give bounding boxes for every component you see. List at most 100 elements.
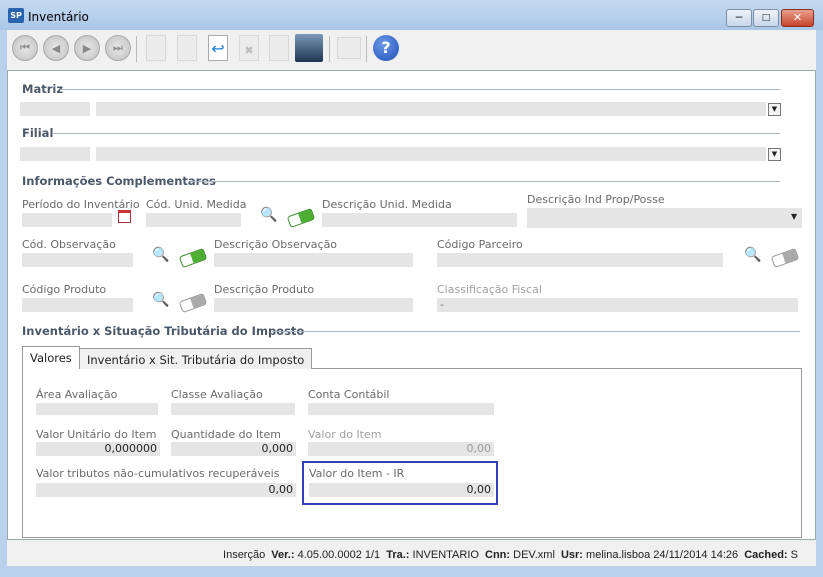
tributos-field[interactable]: 0,00 — [36, 483, 296, 497]
matriz-code-field[interactable] — [20, 102, 90, 116]
desc-ind-dropdown-icon[interactable]: ▼ — [791, 212, 797, 221]
search-icon[interactable]: 🔍 — [744, 247, 761, 263]
classe-field[interactable] — [171, 403, 295, 415]
search-icon[interactable]: 🔍 — [152, 292, 169, 308]
help-button[interactable]: ? — [371, 33, 401, 63]
valor-item-field: 0,00 — [308, 442, 494, 456]
tra-label: Tra.: — [386, 549, 410, 561]
cod-produto-field[interactable] — [22, 298, 133, 312]
periodo-field[interactable] — [22, 213, 112, 227]
classe-label: Classe Avaliação — [171, 388, 263, 401]
last-icon: ⏭ — [105, 35, 131, 61]
filial-code-field[interactable] — [20, 147, 90, 161]
matriz-header: Matriz — [22, 82, 64, 96]
new-button[interactable] — [141, 33, 171, 63]
toolbar-separator — [136, 36, 137, 62]
calendar-icon[interactable] — [118, 210, 131, 223]
cod-parceiro-field[interactable] — [437, 253, 723, 267]
quantidade-field[interactable]: 0,000 — [171, 442, 296, 456]
first-icon: ⏮ — [12, 35, 38, 61]
quantidade-label: Quantidade do Item — [171, 428, 281, 441]
desc-unid-field — [322, 213, 517, 227]
search-icon[interactable]: 🔍 — [260, 207, 277, 223]
lock-icon — [337, 37, 361, 59]
class-fiscal-field: - — [437, 298, 798, 312]
divider — [272, 331, 800, 332]
edit-button[interactable] — [172, 33, 202, 63]
filial-header: Filial — [22, 126, 54, 140]
cod-produto-label: Código Produto — [22, 283, 107, 296]
desc-obs-label: Descrição Observação — [214, 238, 338, 251]
first-record-button[interactable]: ⏮ — [10, 33, 40, 63]
imposto-header: Inventário x Situação Tributária do Impo… — [22, 324, 305, 338]
save-button[interactable] — [294, 33, 324, 63]
lock-button[interactable] — [334, 33, 364, 63]
toolbar-separator — [329, 36, 330, 62]
redo-icon — [269, 35, 289, 61]
save-disk-icon — [295, 34, 323, 62]
tab-valores[interactable]: Valores — [22, 346, 80, 369]
last-record-button[interactable]: ⏭ — [103, 33, 133, 63]
filial-dropdown-icon[interactable]: ▼ — [768, 148, 781, 161]
desc-produto-label: Descrição Produto — [214, 283, 315, 296]
conta-label: Conta Contábil — [308, 388, 390, 401]
class-fiscal-label: Classificação Fiscal — [437, 283, 542, 296]
divider — [60, 89, 780, 90]
cod-unid-label: Cód. Unid. Medida — [146, 198, 247, 211]
divider — [190, 181, 780, 182]
cod-parceiro-label: Código Parceiro — [437, 238, 523, 251]
previous-record-button[interactable]: ◀ — [41, 33, 71, 63]
app-icon: SP — [8, 8, 24, 23]
cached-label: Cached: — [744, 549, 788, 561]
redo-button[interactable] — [264, 33, 294, 63]
valor-item-label: Valor do Item — [308, 428, 382, 441]
new-document-icon — [146, 35, 166, 61]
desc-ind-select[interactable] — [527, 208, 802, 228]
complementares-header: Informações Complementares — [22, 174, 216, 188]
valor-ir-label: Valor do Item - IR — [309, 467, 405, 480]
window-title: Inventário — [28, 10, 89, 24]
area-field[interactable] — [36, 403, 158, 415]
valor-unit-label: Valor Unitário do Item — [36, 428, 157, 441]
user: melina.lisboa 24/11/2014 14:26 — [586, 549, 739, 561]
valor-unit-field[interactable]: 0,000000 — [36, 442, 160, 456]
maximize-button[interactable]: □ — [753, 9, 779, 27]
search-icon[interactable]: 🔍 — [152, 247, 169, 263]
edit-icon — [177, 35, 197, 61]
usr-label: Usr: — [560, 549, 583, 561]
tab-inventario-sit[interactable]: Inventário x Sit. Tributária do Imposto — [79, 348, 313, 369]
cnn-label: Cnn: — [485, 549, 511, 561]
ver-label: Ver.: — [271, 549, 295, 561]
help-icon: ? — [373, 35, 399, 61]
minimize-button[interactable]: ─ — [726, 9, 752, 27]
valor-ir-field[interactable]: 0,00 — [309, 483, 494, 497]
delete-icon: ✖ — [239, 35, 259, 61]
matriz-dropdown-icon[interactable]: ▼ — [768, 103, 781, 116]
filial-select[interactable] — [96, 147, 766, 161]
title-bar — [0, 0, 823, 30]
matriz-select[interactable] — [96, 102, 766, 116]
cod-unid-field[interactable] — [146, 213, 241, 227]
status-bar: Inserção Ver.: 4.05.00.0002 1/1 Tra.: IN… — [7, 540, 816, 566]
undo-icon: ↩ — [208, 35, 228, 61]
transaction: INVENTARIO — [412, 549, 479, 561]
area-label: Área Avaliação — [36, 388, 118, 401]
cod-obs-label: Cód. Observação — [22, 238, 116, 251]
divider — [52, 133, 780, 134]
cached: S — [790, 549, 798, 561]
conta-field[interactable] — [308, 403, 494, 415]
status-mode: Inserção — [223, 549, 266, 561]
close-button[interactable]: ✕ — [781, 9, 814, 27]
cod-obs-field[interactable] — [22, 253, 133, 267]
next-record-button[interactable]: ▶ — [72, 33, 102, 63]
tributos-label: Valor tributos não-cumulativos recuperáv… — [36, 467, 280, 480]
toolbar-separator — [366, 36, 367, 62]
desc-obs-field — [214, 253, 413, 267]
next-icon: ▶ — [74, 35, 100, 61]
desc-produto-field — [214, 298, 413, 312]
delete-button[interactable]: ✖ — [234, 33, 264, 63]
desc-ind-label: Descrição Ind Prop/Posse — [527, 193, 665, 206]
undo-button[interactable]: ↩ — [203, 33, 233, 63]
previous-icon: ◀ — [43, 35, 69, 61]
desc-unid-label: Descrição Unid. Medida — [322, 198, 452, 211]
